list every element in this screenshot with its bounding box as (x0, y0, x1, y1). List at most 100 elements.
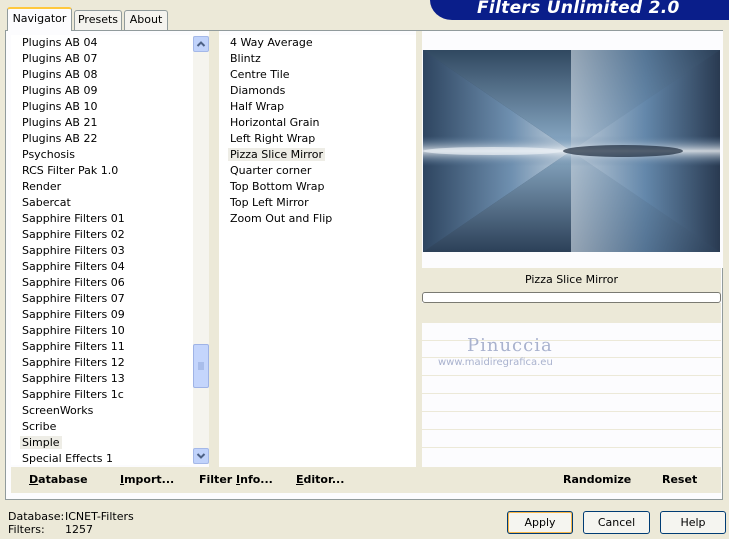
help-button[interactable]: Help (660, 511, 726, 534)
filter-item[interactable]: Half Wrap (219, 99, 416, 115)
filter-item[interactable]: 4 Way Average (219, 35, 416, 51)
category-item[interactable]: Sapphire Filters 01 (11, 211, 193, 227)
category-item[interactable]: Plugins AB 07 (11, 51, 193, 67)
category-item[interactable]: Sapphire Filters 02 (11, 227, 193, 243)
category-item[interactable]: Sapphire Filters 12 (11, 355, 193, 371)
category-item[interactable]: Sapphire Filters 07 (11, 291, 193, 307)
filter-item-label: Horizontal Grain (230, 116, 320, 129)
row-line (421, 411, 721, 412)
category-item[interactable]: Sapphire Filters 09 (11, 307, 193, 323)
category-item[interactable]: Sapphire Filters 10 (11, 323, 193, 339)
category-item[interactable]: Plugins AB 21 (11, 115, 193, 131)
category-item-label: Sapphire Filters 09 (22, 308, 125, 321)
row-line (421, 340, 721, 341)
scroll-down-button[interactable] (193, 448, 209, 464)
editor-button[interactable]: Editor... (296, 473, 344, 486)
category-item-label: Simple (20, 436, 62, 449)
category-item-label: RCS Filter Pak 1.0 (22, 164, 119, 177)
randomize-button[interactable]: Randomize (563, 473, 631, 486)
button-label: ditor... (303, 473, 345, 486)
filter-item[interactable]: Top Left Mirror (219, 195, 416, 211)
filter-item-label: Diamonds (230, 84, 286, 97)
filter-item[interactable]: Top Bottom Wrap (219, 179, 416, 195)
category-item-label: Plugins AB 07 (22, 52, 98, 65)
grip-icon (198, 362, 204, 370)
category-list[interactable]: Plugins AB 04 Plugins AB 07 Plugins AB 08 P… (11, 35, 193, 465)
category-item[interactable]: Sapphire Filters 03 (11, 243, 193, 259)
category-item[interactable]: Plugins AB 09 (11, 83, 193, 99)
filter-item[interactable]: Horizontal Grain (219, 115, 416, 131)
category-item-label: Sapphire Filters 02 (22, 228, 125, 241)
filter-item[interactable]: Zoom Out and Flip (219, 211, 416, 227)
row-line (421, 393, 721, 394)
filter-item-label: Top Bottom Wrap (230, 180, 325, 193)
filter-list[interactable]: 4 Way Average Blintz Centre Tile Diamonds Ha… (219, 35, 416, 468)
preview-filter-name: Pizza Slice Mirror (524, 273, 619, 286)
button-label: mport... (124, 473, 175, 486)
category-item-label: Sapphire Filters 12 (22, 356, 125, 369)
database-status-label: Database: (8, 510, 65, 523)
database-status-value: ICNET-Filters (65, 510, 134, 523)
database-button[interactable]: Database (29, 473, 88, 486)
category-item[interactable]: Plugins AB 08 (11, 67, 193, 83)
category-item-label: Sapphire Filters 1c (22, 388, 124, 401)
category-item[interactable]: ScreenWorks (11, 403, 193, 419)
chevron-up-icon (196, 41, 206, 47)
filter-item[interactable]: Centre Tile (219, 67, 416, 83)
category-item[interactable]: Render (11, 179, 193, 195)
chevron-down-icon (196, 453, 206, 459)
tab-presets[interactable]: Presets (74, 10, 122, 30)
category-item[interactable]: Sabercat (11, 195, 193, 211)
filter-item[interactable]: Diamonds (219, 83, 416, 99)
category-item[interactable]: Simple (11, 435, 193, 451)
filter-item[interactable]: Pizza Slice Mirror (219, 147, 416, 163)
category-item[interactable]: Sapphire Filters 06 (11, 275, 193, 291)
category-item[interactable]: Sapphire Filters 13 (11, 371, 193, 387)
tab-about[interactable]: About (124, 10, 168, 30)
app-title: Filters Unlimited 2.0 (477, 0, 680, 18)
filter-info-button[interactable]: Filter Info... (199, 473, 273, 486)
category-scrollbar[interactable] (193, 36, 209, 464)
filter-item[interactable]: Quarter corner (219, 163, 416, 179)
category-item-label: Scribe (22, 420, 57, 433)
category-item[interactable]: Plugins AB 10 (11, 99, 193, 115)
cancel-button[interactable]: Cancel (583, 511, 650, 534)
category-item[interactable]: Special Effects 1 (11, 451, 193, 465)
filter-item[interactable]: Blintz (219, 51, 416, 67)
category-item[interactable]: Plugins AB 04 (11, 35, 193, 51)
category-item[interactable]: Plugins AB 22 (11, 131, 193, 147)
filter-item-label: Left Right Wrap (230, 132, 316, 145)
watermark-name: Pinuccia (467, 335, 553, 356)
category-item-label: Special Effects 1 (22, 452, 114, 465)
accel-key: E (296, 473, 304, 486)
button-label: nfo... (240, 473, 273, 486)
filter-item[interactable]: Left Right Wrap (219, 131, 416, 147)
reset-button[interactable]: Reset (662, 473, 697, 486)
column-divider (209, 31, 219, 468)
category-item-label: Plugins AB 22 (22, 132, 98, 145)
category-item-label: Sabercat (22, 196, 71, 209)
scroll-up-button[interactable] (193, 36, 209, 52)
title-banner: Filters Unlimited 2.0 (430, 0, 729, 20)
category-item-label: Plugins AB 09 (22, 84, 98, 97)
apply-button[interactable]: Apply (507, 511, 573, 534)
category-item-label: Sapphire Filters 11 (22, 340, 125, 353)
tab-navigator[interactable]: Navigator (7, 7, 72, 31)
import-button[interactable]: Import... (120, 473, 174, 486)
scroll-thumb[interactable] (193, 344, 209, 388)
filter-item-label: Zoom Out and Flip (230, 212, 333, 225)
preview-image (423, 50, 720, 252)
category-item[interactable]: Sapphire Filters 04 (11, 259, 193, 275)
category-item[interactable]: Sapphire Filters 1c (11, 387, 193, 403)
button-label: Filter (199, 473, 237, 486)
category-item-label: Plugins AB 04 (22, 36, 98, 49)
category-item[interactable]: Psychosis (11, 147, 193, 163)
category-item[interactable]: Scribe (11, 419, 193, 435)
filter-item-label: Blintz (230, 52, 261, 65)
category-item[interactable]: Sapphire Filters 11 (11, 339, 193, 355)
progress-bar (422, 292, 721, 303)
category-item-label: ScreenWorks (22, 404, 94, 417)
accel-key: D (29, 473, 39, 486)
category-item[interactable]: RCS Filter Pak 1.0 (11, 163, 193, 179)
category-item-label: Sapphire Filters 10 (22, 324, 125, 337)
